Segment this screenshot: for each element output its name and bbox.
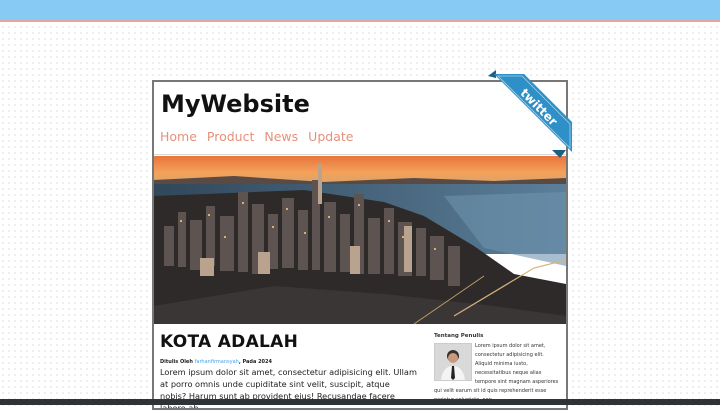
twitter-ribbon[interactable]: twitter [488, 70, 572, 158]
byline-prefix: Ditulis Oleh [160, 359, 193, 365]
author-photo [434, 343, 472, 381]
bottom-bar [0, 399, 720, 405]
nav-link-product[interactable]: Product [207, 129, 254, 144]
top-bar-accent-line [0, 20, 720, 22]
article-byline: Ditulis Oleh farhanfirmansyah, Pada 2024 [160, 359, 272, 365]
top-bar [0, 0, 720, 20]
byline-date: , Pada 2024 [238, 359, 272, 365]
author-link[interactable]: farhanfirmansyah [195, 359, 239, 365]
nav-link-news[interactable]: News [264, 129, 298, 144]
nav-link-update[interactable]: Update [308, 129, 353, 144]
author-section-title: Tentang Penulis [434, 333, 484, 339]
nav-link-home[interactable]: Home [160, 129, 197, 144]
site-title: MyWebsite [161, 90, 310, 118]
hero-city-image [154, 156, 566, 324]
main-nav: Home Product News Update [160, 129, 353, 144]
article-title: KOTA ADALAH [160, 332, 299, 352]
